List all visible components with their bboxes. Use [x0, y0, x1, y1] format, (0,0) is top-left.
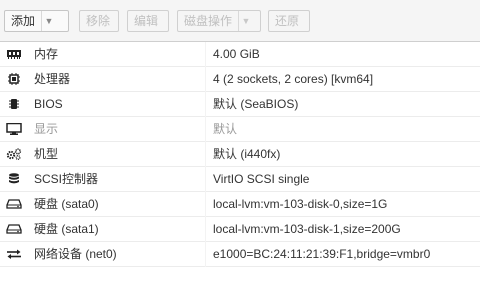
hardware-row-machine[interactable]: 机型 默认 (i440fx): [0, 142, 480, 167]
revert-button-label: 还原: [275, 14, 300, 28]
row-value: local-lvm:vm-103-disk-1,size=200G: [213, 222, 401, 236]
bios-chip-icon: [6, 98, 22, 110]
chevron-down-icon[interactable]: ▼: [41, 11, 56, 31]
disk-action-button-label: 磁盘操作: [184, 14, 233, 28]
add-button-label: 添加: [11, 14, 36, 28]
remove-button[interactable]: 移除: [79, 10, 119, 32]
monitor-icon: [6, 123, 22, 135]
column-divider: [205, 192, 206, 217]
column-divider: [205, 167, 206, 192]
add-button[interactable]: 添加 ▼: [4, 10, 69, 32]
column-divider: [205, 92, 206, 117]
column-divider: [205, 242, 206, 267]
hardware-row-cpu[interactable]: 处理器 4 (2 sockets, 2 cores) [kvm64]: [0, 67, 480, 92]
cpu-icon: [6, 73, 22, 85]
hardware-grid: 内存 4.00 GiB 处理器 4 (2 sockets, 2 cores) […: [0, 42, 480, 267]
row-value: 默认: [213, 122, 238, 136]
row-key: 硬盘 (sata0): [34, 197, 99, 211]
database-icon: [6, 173, 22, 185]
row-key: BIOS: [34, 97, 63, 111]
column-divider: [205, 217, 206, 242]
edit-button[interactable]: 编辑: [127, 10, 169, 32]
column-divider: [205, 67, 206, 92]
row-value: e1000=BC:24:11:21:39:F1,bridge=vmbr0: [213, 247, 431, 261]
row-key: 显示: [34, 122, 59, 136]
revert-button[interactable]: 还原: [268, 10, 310, 32]
hardware-row-display[interactable]: 显示 默认: [0, 117, 480, 142]
row-value: 默认 (SeaBIOS): [213, 97, 299, 111]
hardware-row-disk-sata0[interactable]: 硬盘 (sata0) local-lvm:vm-103-disk-0,size=…: [0, 192, 480, 217]
row-value: 4.00 GiB: [213, 47, 260, 61]
hardware-row-network[interactable]: 网络设备 (net0) e1000=BC:24:11:21:39:F1,brid…: [0, 242, 480, 267]
row-key: 硬盘 (sata1): [34, 222, 99, 236]
toolbar: 添加 ▼ 移除 编辑 磁盘操作 ▼ 还原: [0, 0, 480, 42]
row-value: VirtIO SCSI single: [213, 172, 310, 186]
hdd-icon: [6, 223, 22, 235]
row-key: 网络设备 (net0): [34, 247, 117, 261]
cogs-icon: [6, 148, 22, 160]
memory-icon: [6, 48, 22, 60]
hardware-row-bios[interactable]: BIOS 默认 (SeaBIOS): [0, 92, 480, 117]
row-key: 机型: [34, 147, 59, 161]
row-value: 默认 (i440fx): [213, 147, 281, 161]
row-value: 4 (2 sockets, 2 cores) [kvm64]: [213, 72, 374, 86]
column-divider: [205, 142, 206, 167]
network-exchange-icon: [6, 248, 22, 260]
hardware-row-disk-sata1[interactable]: 硬盘 (sata1) local-lvm:vm-103-disk-1,size=…: [0, 217, 480, 242]
row-value: local-lvm:vm-103-disk-0,size=1G: [213, 197, 388, 211]
hardware-row-memory[interactable]: 内存 4.00 GiB: [0, 42, 480, 67]
row-key: SCSI控制器: [34, 172, 99, 186]
column-divider: [205, 117, 206, 142]
row-key: 内存: [34, 47, 59, 61]
column-divider: [205, 42, 206, 67]
hdd-icon: [6, 198, 22, 210]
remove-button-label: 移除: [86, 14, 111, 28]
disk-action-button[interactable]: 磁盘操作 ▼: [177, 10, 261, 32]
chevron-down-icon[interactable]: ▼: [238, 11, 253, 31]
hardware-row-scsi-controller[interactable]: SCSI控制器 VirtIO SCSI single: [0, 167, 480, 192]
edit-button-label: 编辑: [134, 14, 159, 28]
row-key: 处理器: [34, 72, 71, 86]
